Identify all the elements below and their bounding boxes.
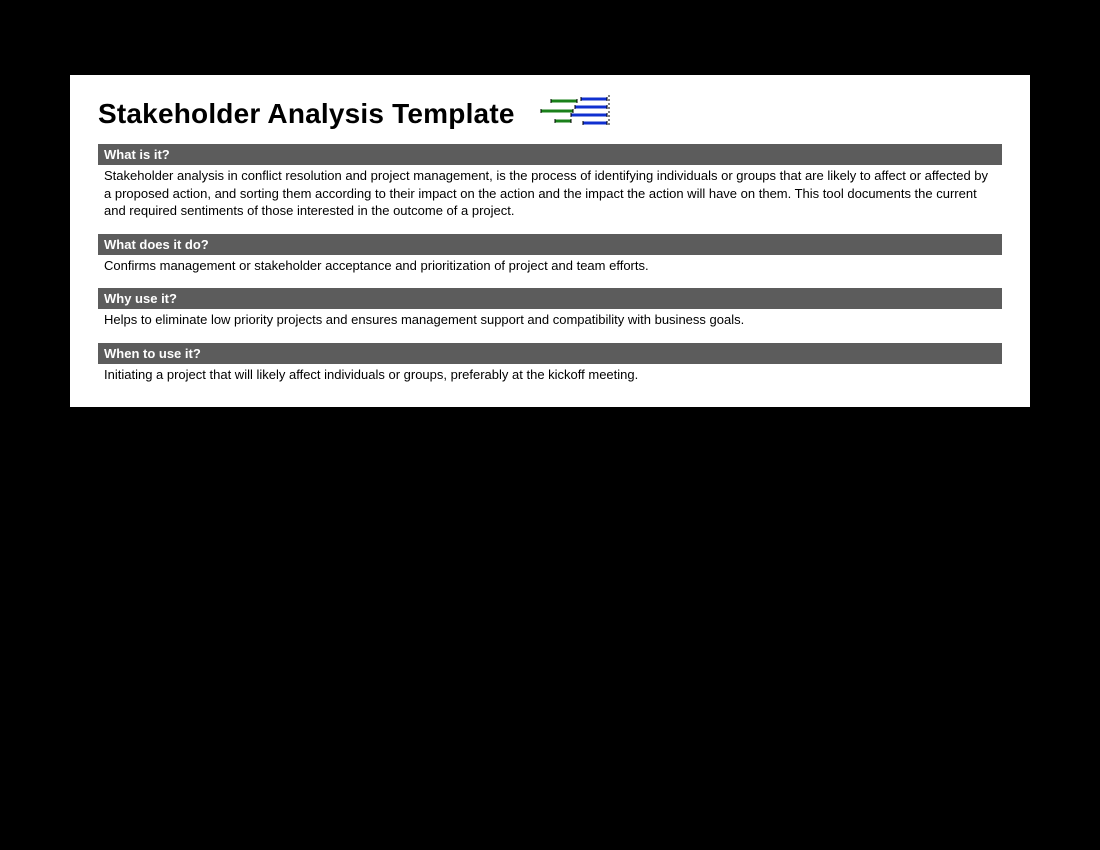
section-body: Stakeholder analysis in conflict resolut…: [98, 165, 1002, 234]
section-header: What is it?: [98, 144, 1002, 165]
section-header: Why use it?: [98, 288, 1002, 309]
page-title: Stakeholder Analysis Template: [98, 98, 515, 130]
chart-logo-icon: [531, 93, 613, 134]
title-row: Stakeholder Analysis Template: [70, 93, 1030, 144]
sections-container: What is it? Stakeholder analysis in conf…: [70, 144, 1030, 391]
section-body: Confirms management or stakeholder accep…: [98, 255, 1002, 289]
document-page: Stakeholder Analysis Template: [70, 75, 1030, 407]
section-header: When to use it?: [98, 343, 1002, 364]
section-body: Helps to eliminate low priority projects…: [98, 309, 1002, 343]
section-header: What does it do?: [98, 234, 1002, 255]
section-body: Initiating a project that will likely af…: [98, 364, 1002, 392]
